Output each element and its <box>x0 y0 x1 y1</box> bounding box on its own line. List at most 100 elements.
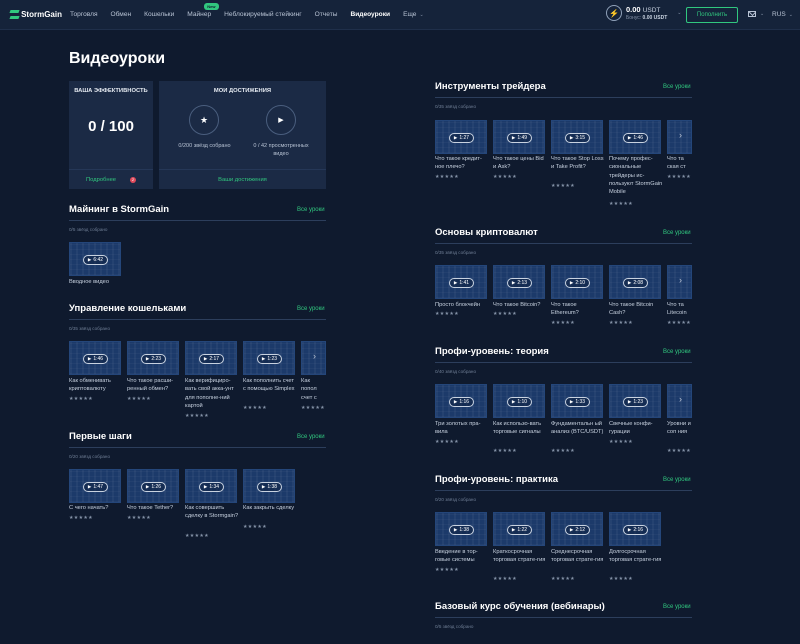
duration-text: 1:33 <box>575 399 586 405</box>
video-thumbnail[interactable]: ▶ 1:34 <box>185 469 237 503</box>
video-title[interactable]: Что такое Stop Loss и Take Profit? <box>551 155 605 172</box>
video-title[interactable]: Как использо-вать торговые сигналы <box>493 420 547 437</box>
video-title[interactable]: С чего начать? <box>69 504 123 512</box>
video-thumbnail[interactable]: ▶ 1:49 <box>493 120 545 154</box>
video-title[interactable]: Что такое расши-ренный обмен? <box>127 377 181 394</box>
all-lessons-link-basics[interactable]: Все уроки <box>663 230 691 236</box>
video-thumbnail[interactable]: ▶ 2:16 <box>609 512 661 546</box>
achievements-link[interactable]: Ваши достижения <box>159 169 326 189</box>
chevron-right-icon[interactable]: › <box>679 275 682 285</box>
video-title[interactable]: Долгосрочная торговая страте-гия <box>609 548 663 565</box>
nav-more[interactable]: Еще ⌄ <box>403 11 424 18</box>
divider <box>69 447 326 448</box>
nav-reports[interactable]: Отчеты <box>315 11 338 18</box>
video-title[interactable]: Три золотых пра-вила <box>435 420 489 437</box>
duration-text: 1:49 <box>517 135 528 141</box>
video-thumbnail[interactable]: ▶ 1:26 <box>127 469 179 503</box>
video-thumbnail[interactable]: ▶ 2:13 <box>493 265 545 299</box>
video-title[interactable]: Что такое Ethereum? <box>551 301 605 318</box>
video-thumbnail[interactable]: ▶ 2:23 <box>127 341 179 375</box>
divider <box>69 319 326 320</box>
all-lessons-link-mining[interactable]: Все уроки <box>297 207 325 213</box>
duration-text: 1:34 <box>209 484 220 490</box>
all-lessons-link-first-steps[interactable]: Все уроки <box>297 434 325 440</box>
nav-video-lessons[interactable]: Видеоуроки <box>350 11 390 18</box>
play-icon: ▶ <box>511 399 516 404</box>
all-lessons-link-webinars[interactable]: Все уроки <box>663 604 691 610</box>
video-thumbnail[interactable]: ▶ 1:16 <box>435 384 487 418</box>
all-lessons-link-wallets[interactable]: Все уроки <box>297 306 325 312</box>
nav-wallets[interactable]: Кошельки <box>144 11 174 18</box>
video-title[interactable]: Как обменивать криптовалюту <box>69 377 123 394</box>
play-icon: ▶ <box>453 399 458 404</box>
video-title[interactable]: Что такое кредит-ное плечо? <box>435 155 489 172</box>
achievements-title: МОИ ДОСТИЖЕНИЯ <box>213 88 272 94</box>
deposit-button[interactable]: Пополнить <box>686 7 738 23</box>
rating-stars: ★★★★★ <box>551 183 575 189</box>
video-title[interactable]: Введение в тор-говые системы <box>435 548 489 565</box>
video-thumbnail[interactable]: ▶ 1:33 <box>551 384 603 418</box>
video-thumbnail[interactable]: ▶ 1:38 <box>243 469 295 503</box>
video-title[interactable]: Как совершить сделку в Stormgain? <box>185 504 239 521</box>
nav-more-label: Еще <box>403 11 417 18</box>
video-thumbnail[interactable]: ▶ 1:38 <box>435 512 487 546</box>
video-title[interactable]: Как пополнить счет с помощью Simplex <box>243 377 297 394</box>
video-title[interactable]: Как закрыть сделку <box>243 504 297 512</box>
duration-pill: ▶ 2:17 <box>199 354 224 364</box>
video-thumbnail[interactable]: ▶ 2:12 <box>551 512 603 546</box>
video-thumbnail[interactable]: ▶ 6:42 <box>69 242 121 276</box>
all-lessons-link-practice[interactable]: Все уроки <box>663 477 691 483</box>
chevron-right-icon[interactable]: › <box>679 130 682 140</box>
chevron-right-icon[interactable]: › <box>679 394 682 404</box>
video-thumbnail[interactable]: ▶ 1:27 <box>435 120 487 154</box>
video-thumbnail[interactable]: ▶ 1:22 <box>493 512 545 546</box>
duration-text: 6:42 <box>93 257 104 263</box>
video-title[interactable]: Просто блокчейн <box>435 301 489 309</box>
video-thumbnail[interactable]: ▶ 1:47 <box>69 469 121 503</box>
all-lessons-link-theory[interactable]: Все уроки <box>663 349 691 355</box>
nav-miner[interactable]: Майнер New <box>187 3 219 18</box>
video-title[interactable]: Уровни и соп ния <box>667 420 692 446</box>
video-title[interactable]: Почему профес-сиональные трейдеры ис-пол… <box>609 155 663 196</box>
video-thumbnail[interactable]: ▶ 1:23 <box>609 384 661 418</box>
language-selector[interactable]: RUS ⌄ <box>772 11 793 18</box>
video-title[interactable]: Свечные конфи-гурации <box>609 420 663 437</box>
video-thumbnail[interactable]: ▶ 1:46 <box>609 120 661 154</box>
balance-widget[interactable]: ⚡ 0.00 USDT Бонус: 0.00 USDT ⌄ <box>606 5 681 21</box>
video-title[interactable]: Как верифициро-вать свой акка-унт для по… <box>185 377 239 410</box>
video-thumbnail[interactable]: ▶ 2:08 <box>609 265 661 299</box>
duration-pill: ▶ 2:12 <box>565 525 590 535</box>
video-thumbnail[interactable]: ▶ 1:10 <box>493 384 545 418</box>
rating-stars: ★★★★★ <box>435 567 459 573</box>
video-title[interactable]: Что такое Tether? <box>127 504 181 512</box>
video-title[interactable]: Что такое Bitcoin? <box>493 301 547 309</box>
video-title[interactable]: Что такое цены Bid и Ask? <box>493 155 547 172</box>
efficiency-details-link[interactable]: Подробнее 2 <box>69 169 153 189</box>
video-title[interactable]: Краткосрочная торговая страте-гия <box>493 548 547 565</box>
video-title[interactable]: Фундаментальн ый анализ (BTC/USDT) <box>551 420 605 437</box>
duration-text: 2:13 <box>517 280 528 286</box>
nav-exchange[interactable]: Обмен <box>111 11 132 18</box>
logo[interactable]: StormGain <box>10 10 62 20</box>
nav-trading[interactable]: Торговля <box>70 11 98 18</box>
mail-icon[interactable] <box>748 11 756 17</box>
video-thumbnail[interactable]: ▶ 3:15 <box>551 120 603 154</box>
video-thumbnail[interactable]: ▶ 2:17 <box>185 341 237 375</box>
play-icon: ▶ <box>87 484 92 489</box>
video-title[interactable]: Что такое Bitcoin Cash? <box>609 301 663 318</box>
video-title[interactable]: Что та Litecoin <box>667 301 692 319</box>
video-title[interactable]: Вводное видео <box>69 278 123 286</box>
rating-stars: ★★★★★ <box>69 396 93 402</box>
duration-pill: ▶ 2:16 <box>623 525 648 535</box>
nav-staking[interactable]: Неблокируемый стейкинг <box>224 11 301 18</box>
video-thumbnail[interactable]: ▶ 1:46 <box>69 341 121 375</box>
video-title[interactable]: Среднесрочная торговая страте-гия <box>551 548 605 565</box>
all-lessons-link-tools[interactable]: Все уроки <box>663 84 691 90</box>
video-thumbnail[interactable]: ▶ 2:10 <box>551 265 603 299</box>
video-title[interactable]: Как попол счет с пом той <box>301 377 326 403</box>
page-title: Видеоуроки <box>69 50 166 67</box>
chevron-right-icon[interactable]: › <box>313 351 316 361</box>
video-thumbnail[interactable]: ▶ 1:41 <box>435 265 487 299</box>
video-thumbnail[interactable]: ▶ 1:23 <box>243 341 295 375</box>
video-title[interactable]: Что та ская ст <box>667 155 692 173</box>
